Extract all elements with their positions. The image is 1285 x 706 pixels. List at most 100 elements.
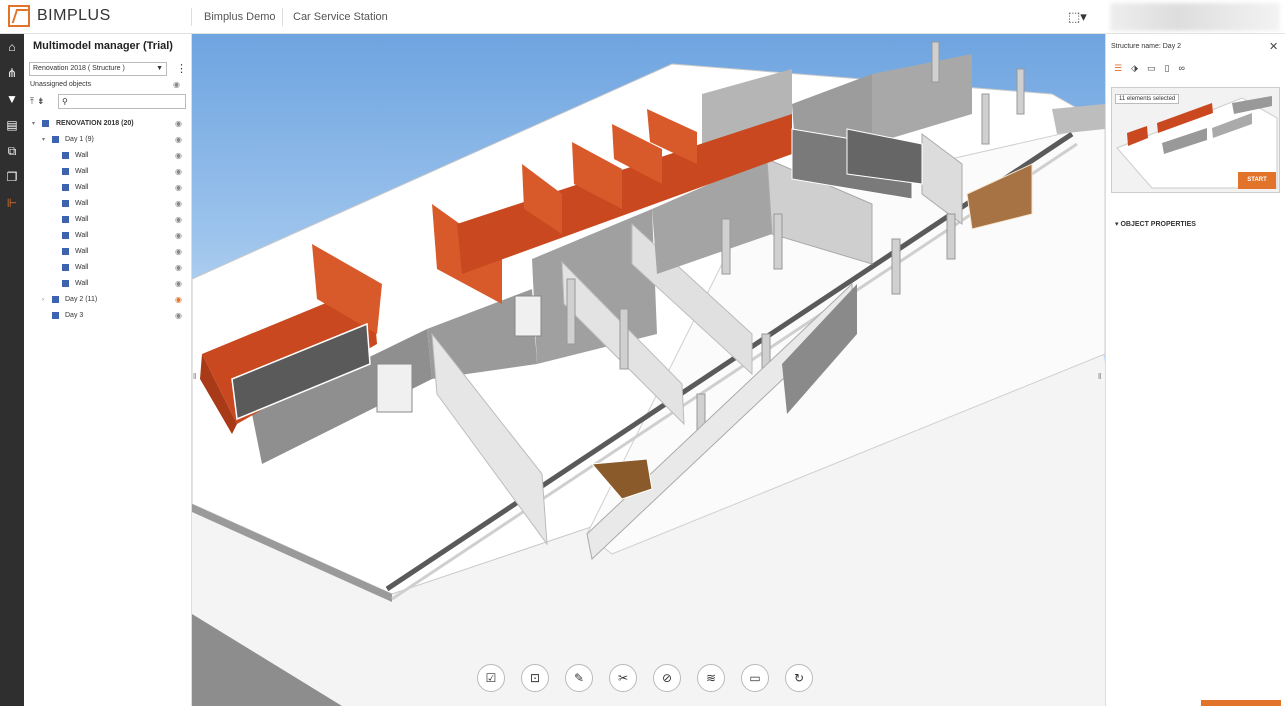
resize-handle-right[interactable]: ‖ bbox=[1098, 372, 1101, 381]
breadcrumb-model[interactable]: Car Service Station bbox=[293, 11, 388, 23]
color-square bbox=[62, 248, 69, 255]
structure-thumbnail[interactable]: 11 elements selected START bbox=[1111, 87, 1280, 193]
crop-icon[interactable]: ⊡ bbox=[521, 664, 549, 692]
camera-icon[interactable]: ▭ bbox=[741, 664, 769, 692]
selection-count: 11 elements selected bbox=[1115, 94, 1180, 104]
wall-label: Wall bbox=[75, 248, 89, 255]
color-square bbox=[42, 120, 49, 127]
eye-icon[interactable]: ◉ bbox=[175, 212, 182, 228]
collapse-toggle-icon[interactable]: ▾ bbox=[32, 116, 35, 132]
column bbox=[931, 41, 940, 83]
clipboard-check-icon[interactable]: ☑ bbox=[477, 664, 505, 692]
more-options-icon[interactable]: ⋮ bbox=[176, 62, 187, 75]
ramp bbox=[1052, 104, 1105, 134]
resize-handle-left[interactable]: ‖ bbox=[193, 372, 196, 381]
column bbox=[773, 213, 783, 270]
divider bbox=[282, 8, 283, 26]
user-area[interactable] bbox=[1110, 3, 1280, 31]
expand-all-icon[interactable]: ⤒ bbox=[30, 96, 34, 106]
expand-toggle-icon[interactable]: › bbox=[42, 292, 44, 308]
eye-icon[interactable]: ◉ bbox=[175, 116, 182, 132]
scissors-icon[interactable]: ✂ bbox=[609, 664, 637, 692]
logo-text: BIMPLUS bbox=[37, 7, 111, 24]
close-icon[interactable]: ✕ bbox=[1269, 40, 1278, 53]
color-square bbox=[62, 264, 69, 271]
eye-icon[interactable]: ◉ bbox=[175, 164, 182, 180]
column bbox=[721, 218, 731, 275]
tree-node-wall[interactable]: Wall ◉ bbox=[24, 244, 192, 260]
tree-node-root[interactable]: ▾ RENOVATION 2018 (20) ◉ bbox=[24, 116, 192, 132]
wall-label: Wall bbox=[75, 184, 89, 191]
tree-search-input[interactable]: ⚲ bbox=[58, 94, 186, 109]
color-square bbox=[62, 184, 69, 191]
eye-icon[interactable]: ◉ bbox=[175, 148, 182, 164]
tree-node-day3[interactable]: Day 3 ◉ bbox=[24, 308, 192, 324]
eye-icon[interactable]: ◉ bbox=[175, 132, 182, 148]
tree-node-wall[interactable]: Wall ◉ bbox=[24, 212, 192, 228]
filter-icon[interactable]: ▼ bbox=[0, 86, 24, 112]
refresh-icon[interactable]: ↻ bbox=[785, 664, 813, 692]
column bbox=[981, 93, 990, 145]
collapse-toggle-icon[interactable]: ▾ bbox=[42, 132, 45, 148]
orange-action-tab[interactable] bbox=[1201, 700, 1281, 706]
clipboard-icon[interactable]: ▤ bbox=[0, 112, 24, 138]
eye-icon[interactable]: ◉ bbox=[175, 260, 182, 276]
color-square bbox=[52, 312, 59, 319]
list-icon[interactable]: ☰ bbox=[1114, 63, 1122, 74]
structure-select[interactable]: Renovation 2018 ( Structure ) ▼ bbox=[29, 62, 167, 76]
hierarchy-icon[interactable]: ⋔ bbox=[0, 60, 24, 86]
column bbox=[619, 308, 629, 370]
bimplus-logo[interactable]: BIMPLUS bbox=[8, 5, 111, 27]
eye-icon[interactable]: ◉ bbox=[175, 180, 182, 196]
tree-node-day1[interactable]: ▾ Day 1 (9) ◉ bbox=[24, 132, 192, 148]
tree-node-wall[interactable]: Wall ◉ bbox=[24, 260, 192, 276]
bimplus-logo-icon bbox=[8, 5, 30, 27]
tree-tools: ⤒ ⇟ bbox=[30, 96, 48, 107]
eye-icon[interactable]: ◉ bbox=[175, 244, 182, 260]
structure-icon[interactable]: ⊩ bbox=[0, 190, 24, 216]
day2-label: Day 2 bbox=[65, 296, 84, 303]
3d-viewport[interactable]: ‖ ‖ ☑ ⊡ ✎ ✂ ⊘ ≋ ▭ ↻ bbox=[192, 34, 1105, 706]
structure-name-label: Structure name: Day 2 bbox=[1111, 43, 1182, 50]
left-icon-rail: ⌂ ⋔ ▼ ▤ ⧉ ❐ ⊩ bbox=[0, 34, 24, 706]
link-icon[interactable]: ∞ bbox=[1178, 63, 1184, 74]
object-properties-header[interactable]: ▾ OBJECT PROPERTIES bbox=[1115, 220, 1196, 228]
ruler-icon[interactable]: ✎ bbox=[565, 664, 593, 692]
home-icon[interactable]: ⌂ bbox=[0, 34, 24, 60]
tree-node-wall[interactable]: Wall ◉ bbox=[24, 148, 192, 164]
top-bar: BIMPLUS Bimplus Demo Car Service Station… bbox=[0, 0, 1285, 34]
copy-icon[interactable]: ❐ bbox=[0, 164, 24, 190]
eye-icon[interactable]: ◉ bbox=[175, 196, 182, 212]
layers-icon[interactable]: ≋ bbox=[697, 664, 725, 692]
color-square bbox=[62, 280, 69, 287]
start-button[interactable]: START bbox=[1238, 172, 1276, 189]
chevron-down-icon: ▾ bbox=[1115, 221, 1119, 228]
eye-icon[interactable]: ◉ bbox=[175, 308, 182, 324]
object-properties-label: OBJECT PROPERTIES bbox=[1120, 221, 1196, 228]
hide-icon[interactable]: ⊘ bbox=[653, 664, 681, 692]
eye-icon[interactable]: ◉ bbox=[175, 228, 182, 244]
color-square bbox=[52, 136, 59, 143]
eye-icon[interactable]: ◉ bbox=[175, 276, 182, 292]
breadcrumb-project[interactable]: Bimplus Demo bbox=[204, 11, 276, 23]
column bbox=[1016, 68, 1025, 115]
tree-node-wall[interactable]: Wall ◉ bbox=[24, 196, 192, 212]
selection-mode-icon[interactable]: ⬚▾ bbox=[1068, 9, 1087, 25]
eye-icon[interactable]: ◉ bbox=[175, 292, 182, 308]
root-count: (20) bbox=[121, 120, 134, 127]
search-icon: ⚲ bbox=[62, 97, 68, 106]
day1-count: (9) bbox=[85, 136, 94, 143]
tree-node-wall[interactable]: Wall ◉ bbox=[24, 276, 192, 292]
collapse-all-icon[interactable]: ⇟ bbox=[37, 96, 45, 106]
layers-icon[interactable]: ⧉ bbox=[0, 138, 24, 164]
tree-node-wall[interactable]: Wall ◉ bbox=[24, 180, 192, 196]
eye-icon[interactable]: ◉ bbox=[173, 80, 180, 89]
tree-node-day2[interactable]: › Day 2 (11) ◉ bbox=[24, 292, 192, 308]
color-square bbox=[62, 232, 69, 239]
tag-icon[interactable]: ⬗ bbox=[1131, 63, 1138, 74]
comment-icon[interactable]: ▭ bbox=[1147, 63, 1156, 74]
tree-node-wall[interactable]: Wall ◉ bbox=[24, 228, 192, 244]
attachment-icon[interactable]: ▯ bbox=[1165, 63, 1170, 74]
tree-node-wall[interactable]: Wall ◉ bbox=[24, 164, 192, 180]
column bbox=[566, 278, 576, 345]
